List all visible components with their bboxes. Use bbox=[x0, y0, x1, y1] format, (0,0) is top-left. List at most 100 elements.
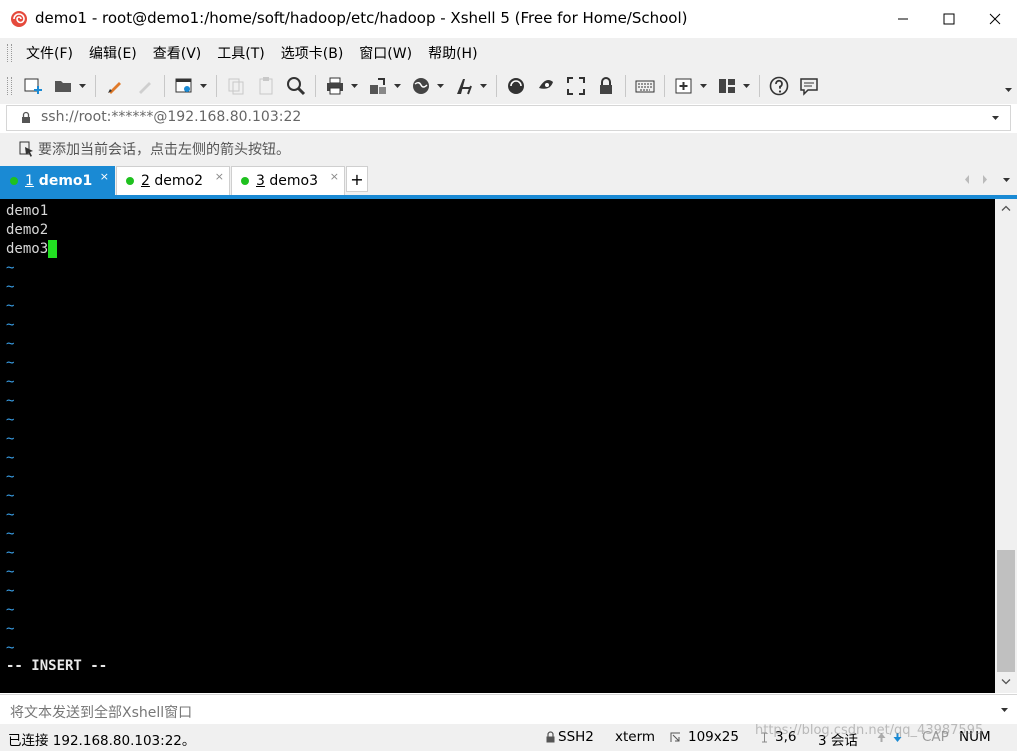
transfer-dropdown[interactable] bbox=[393, 73, 402, 99]
terminal-line: demo3 bbox=[6, 241, 49, 257]
tab-bar: 1 demo1 × 2 demo2 × 3 demo3 × bbox=[0, 163, 1017, 196]
terminal-size-status: 109x25 bbox=[688, 729, 739, 745]
hint-text: 要添加当前会话，点击左侧的箭头按钮。 bbox=[38, 142, 290, 158]
vim-empty-line-marker: ~ bbox=[6, 260, 15, 276]
address-input[interactable]: ssh://root:******@192.168.80.103:22 bbox=[41, 109, 301, 125]
disconnect-button[interactable] bbox=[132, 73, 158, 99]
toolbar-separator bbox=[216, 75, 217, 97]
print-button[interactable] bbox=[322, 73, 348, 99]
print-dropdown[interactable] bbox=[350, 73, 359, 99]
caret-down-icon bbox=[1005, 88, 1012, 92]
tab-demo1[interactable]: 1 demo1 × bbox=[0, 166, 115, 195]
menu-help[interactable]: 帮助(H) bbox=[420, 43, 485, 63]
paste-icon bbox=[259, 77, 273, 95]
properties-button[interactable] bbox=[171, 73, 197, 99]
paste-button[interactable] bbox=[253, 73, 279, 99]
scrollbar-thumb[interactable] bbox=[997, 550, 1015, 672]
send-to-all-input[interactable]: 将文本发送到全部Xshell窗口 bbox=[10, 702, 192, 722]
tab-close-icon[interactable]: × bbox=[215, 170, 224, 183]
caret-down-icon bbox=[437, 84, 444, 88]
resize-icon bbox=[670, 732, 680, 742]
font-dropdown[interactable] bbox=[479, 73, 488, 99]
title-bar: demo1 - root@demo1:/home/soft/hadoop/etc… bbox=[0, 0, 1017, 38]
scroll-up-icon[interactable] bbox=[1001, 205, 1011, 211]
menu-tools[interactable]: 工具(T) bbox=[209, 43, 272, 63]
vim-empty-line-marker: ~ bbox=[6, 450, 15, 466]
menu-tabs[interactable]: 选项卡(B) bbox=[273, 43, 352, 63]
add-tab-button[interactable]: + bbox=[346, 166, 368, 192]
tab-demo3[interactable]: 3 demo3 × bbox=[231, 166, 345, 195]
protocol-status: SSH2 bbox=[558, 729, 594, 745]
new-tab-button[interactable] bbox=[671, 73, 697, 99]
menu-view[interactable]: 查看(V) bbox=[145, 43, 210, 63]
tab-label: 1 demo1 bbox=[25, 173, 92, 189]
layout-dropdown[interactable] bbox=[742, 73, 751, 99]
tab-name: demo1 bbox=[33, 173, 93, 189]
add-session-arrow-icon[interactable] bbox=[19, 141, 35, 157]
plus-icon: + bbox=[350, 169, 364, 189]
xftp-button[interactable] bbox=[503, 73, 529, 99]
new-tab-dropdown[interactable] bbox=[699, 73, 708, 99]
chat-button[interactable] bbox=[796, 73, 822, 99]
tab-scroll-arrows-icon[interactable] bbox=[965, 175, 987, 184]
compose-dropdown-icon[interactable] bbox=[1001, 708, 1008, 712]
menu-window[interactable]: 窗口(W) bbox=[351, 43, 420, 63]
font-button[interactable] bbox=[451, 73, 477, 99]
globe-icon bbox=[413, 78, 429, 94]
menu-grip[interactable] bbox=[7, 44, 12, 62]
terminal-type-status: xterm bbox=[615, 729, 656, 745]
new-session-button[interactable] bbox=[20, 73, 46, 99]
tab-list-dropdown-icon[interactable] bbox=[1003, 178, 1010, 182]
tab-number: 2 bbox=[141, 173, 150, 189]
vim-empty-line-marker: ~ bbox=[6, 279, 15, 295]
find-button[interactable] bbox=[283, 73, 309, 99]
maximize-button[interactable] bbox=[926, 0, 972, 38]
toolbar-separator bbox=[759, 75, 760, 97]
scroll-down-icon[interactable] bbox=[1001, 679, 1011, 685]
encoding-button[interactable] bbox=[408, 73, 434, 99]
toolbar-grip[interactable] bbox=[7, 77, 12, 95]
tab-close-icon[interactable]: × bbox=[330, 170, 339, 183]
compose-bar[interactable]: 将文本发送到全部Xshell窗口 bbox=[0, 694, 1017, 725]
close-button[interactable] bbox=[972, 0, 1017, 38]
vim-empty-line-marker: ~ bbox=[6, 469, 15, 485]
chat-bubble-icon bbox=[800, 78, 818, 96]
settings-window-icon bbox=[175, 78, 192, 93]
toolbar-separator bbox=[496, 75, 497, 97]
properties-dropdown[interactable] bbox=[199, 73, 208, 99]
open-dropdown[interactable] bbox=[78, 73, 87, 99]
keyboard-button[interactable] bbox=[632, 73, 658, 99]
open-session-button[interactable] bbox=[50, 73, 76, 99]
tab-close-icon[interactable]: × bbox=[100, 170, 109, 183]
toolbar-separator bbox=[95, 75, 96, 97]
toolbar-separator bbox=[625, 75, 626, 97]
xmanager-button[interactable] bbox=[533, 73, 559, 99]
menu-file[interactable]: 文件(F) bbox=[18, 43, 81, 63]
toolbar-overflow[interactable] bbox=[1005, 81, 1012, 96]
help-button[interactable] bbox=[766, 73, 792, 99]
menu-edit[interactable]: 编辑(E) bbox=[81, 43, 145, 63]
address-bar[interactable]: ssh://root:******@192.168.80.103:22 bbox=[6, 105, 1011, 131]
close-icon bbox=[989, 13, 1001, 25]
copy-button[interactable] bbox=[223, 73, 249, 99]
session-status-icon bbox=[241, 177, 249, 185]
session-status-icon bbox=[10, 177, 18, 185]
toolbar bbox=[0, 68, 1017, 104]
menu-bar: 文件(F) 编辑(E) 查看(V) 工具(T) 选项卡(B) 窗口(W) 帮助(… bbox=[0, 38, 1017, 68]
connection-status: 已连接 192.168.80.103:22。 bbox=[8, 733, 196, 749]
tab-demo2[interactable]: 2 demo2 × bbox=[116, 166, 230, 195]
minimize-button[interactable] bbox=[880, 0, 926, 38]
layout-button[interactable] bbox=[714, 73, 740, 99]
hint-bar: 要添加当前会话，点击左侧的箭头按钮。 bbox=[0, 133, 1017, 163]
tab-name: demo3 bbox=[264, 173, 318, 189]
keyboard-icon bbox=[635, 80, 655, 93]
encoding-dropdown[interactable] bbox=[436, 73, 445, 99]
terminal-screen[interactable]: demo1 demo2 demo3 ~ ~ ~ ~ ~ ~ ~ ~ ~ ~ ~ ~ ~ ~ ~ ~ ~ ~ ~ ~ ~ -- … bbox=[0, 199, 995, 693]
transfer-button[interactable] bbox=[365, 73, 391, 99]
vim-mode-indicator: -- INSERT -- bbox=[6, 658, 108, 674]
fullscreen-button[interactable] bbox=[563, 73, 589, 99]
lock-icon bbox=[22, 111, 30, 123]
address-dropdown-icon[interactable] bbox=[992, 116, 999, 120]
connect-button[interactable] bbox=[102, 73, 128, 99]
lock-button[interactable] bbox=[593, 73, 619, 99]
